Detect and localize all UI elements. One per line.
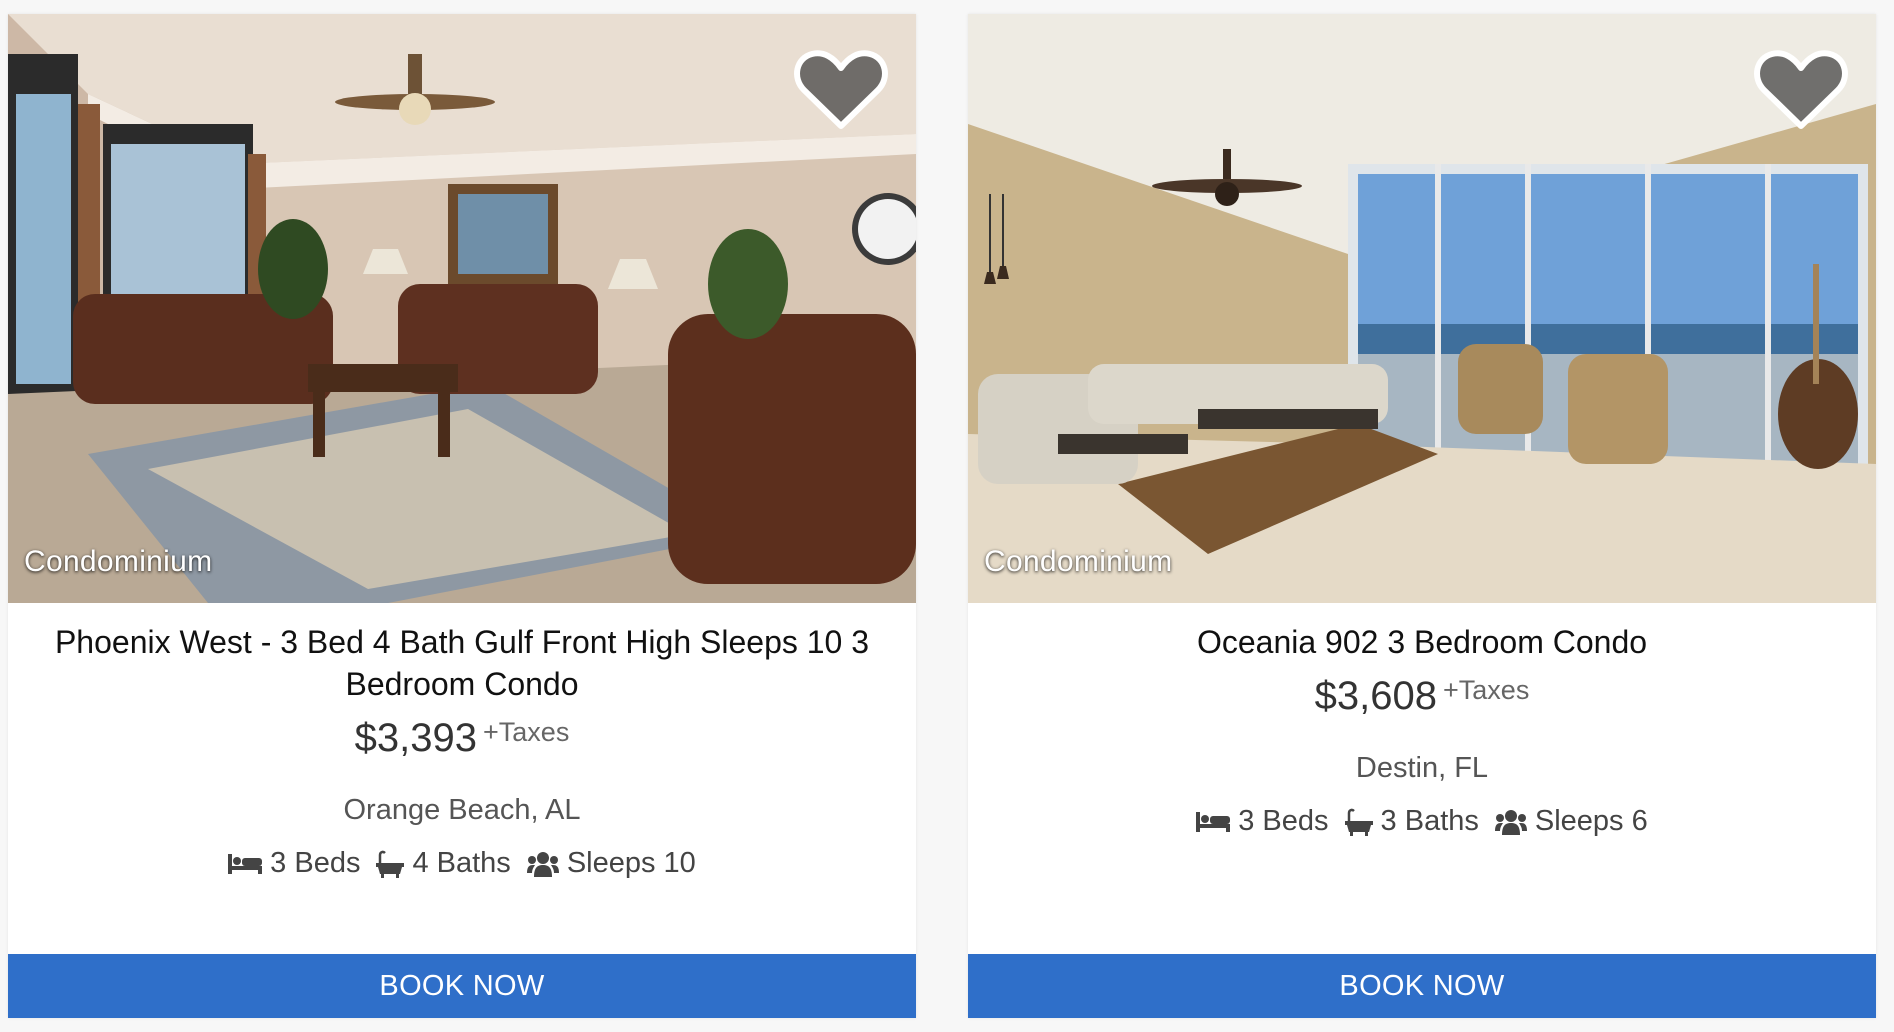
listing-card[interactable]: Condominium Oceania 902 3 Bedroom Condo …: [968, 14, 1876, 1018]
users-icon: [1494, 809, 1527, 835]
listing-grid: Condominium Phoenix West - 3 Bed 4 Bath …: [0, 0, 1894, 1032]
book-now-button[interactable]: BOOK NOW: [968, 954, 1876, 1018]
heart-icon: [1754, 50, 1848, 129]
favorite-button[interactable]: [794, 48, 888, 132]
price-row: $3,608 +Taxes: [998, 665, 1846, 730]
baths-amenity: 4 Baths: [376, 847, 511, 880]
property-type-label: Condominium: [24, 545, 213, 578]
property-type-label: Condominium: [984, 545, 1173, 578]
listing-location: Destin, FL: [1355, 752, 1489, 784]
baths-amenity: 3 Baths: [1344, 805, 1479, 838]
sleeps-amenity: Sleeps 10: [526, 847, 696, 880]
heart-icon: [794, 50, 888, 129]
price-row: $3,393 +Taxes: [38, 707, 886, 772]
baths-label: 3 Baths: [1380, 805, 1479, 837]
listing-title[interactable]: Oceania 902 3 Bedroom Condo: [998, 621, 1846, 663]
beds-amenity: 3 Beds: [1196, 805, 1329, 838]
price-suffix: +Taxes: [1443, 675, 1530, 705]
sleeps-amenity: Sleeps 6: [1494, 805, 1648, 838]
price-suffix: +Taxes: [483, 717, 570, 747]
listing-card[interactable]: Condominium Phoenix West - 3 Bed 4 Bath …: [8, 14, 916, 1018]
baths-label: 4 Baths: [412, 847, 511, 879]
sleeps-label: Sleeps 6: [1534, 805, 1648, 837]
listing-location: Orange Beach, AL: [343, 794, 581, 826]
beds-amenity: 3 Beds: [228, 847, 360, 880]
amenities-row: 3 Beds 4 Baths Sleeps 10: [38, 847, 886, 880]
living-room-photo: [8, 14, 916, 603]
amenities-row: 3 Beds 3 Baths Sleeps 6: [998, 805, 1846, 838]
listing-price: $3,608: [1314, 674, 1438, 718]
favorite-button[interactable]: [1754, 48, 1848, 132]
bed-icon: [228, 853, 263, 874]
listing-title[interactable]: Phoenix West - 3 Bed 4 Bath Gulf Front H…: [38, 621, 886, 705]
living-room-photo: [968, 14, 1876, 603]
beds-label: 3 Beds: [270, 847, 361, 879]
listing-photo[interactable]: Condominium: [968, 14, 1876, 603]
listing-price: $3,393: [354, 716, 478, 760]
users-icon: [526, 851, 559, 877]
listing-info: Phoenix West - 3 Bed 4 Bath Gulf Front H…: [8, 603, 916, 880]
bed-icon: [1196, 811, 1231, 832]
bathtub-icon: [376, 850, 405, 878]
book-now-button[interactable]: BOOK NOW: [8, 954, 916, 1018]
sleeps-label: Sleeps 10: [566, 847, 696, 879]
beds-label: 3 Beds: [1238, 805, 1329, 837]
listing-info: Oceania 902 3 Bedroom Condo $3,608 +Taxes…: [968, 603, 1876, 838]
listing-photo[interactable]: Condominium: [8, 14, 916, 603]
bathtub-icon: [1344, 808, 1373, 836]
